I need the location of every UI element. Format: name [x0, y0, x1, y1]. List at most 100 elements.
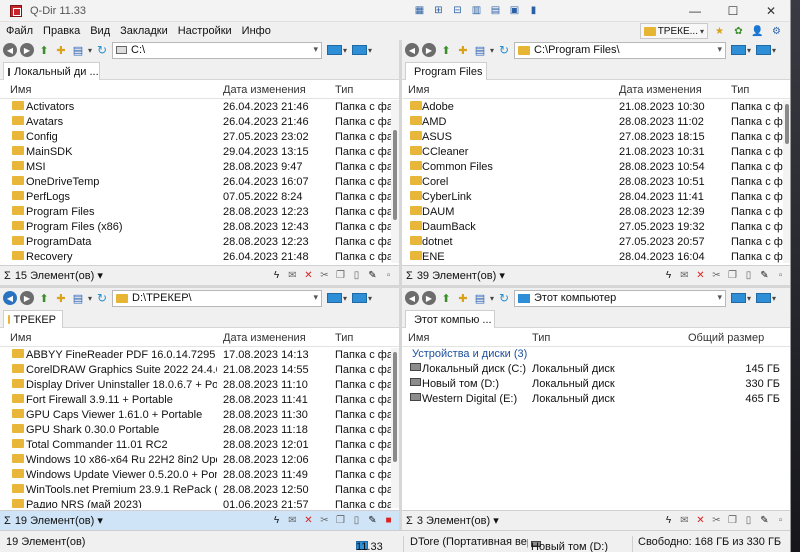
path-input[interactable]: Этот компьютер ▾ — [514, 289, 727, 307]
column-name[interactable]: Имя — [408, 332, 429, 344]
table-row[interactable]: CCleaner 21.08.2023 10:31 Папка с фай — [402, 145, 790, 160]
table-row[interactable]: Activators 26.04.2023 21:46 Папка с фай — [0, 100, 399, 115]
lightning-icon[interactable]: ϟ — [662, 269, 675, 282]
lightning-icon[interactable]: ϟ — [270, 514, 283, 527]
table-row[interactable]: Total Commander 11.01 RC2 28.08.2023 12:0… — [0, 438, 399, 453]
item-count[interactable]: 15 Элемент(ов) ▾ — [15, 269, 103, 282]
rename-icon[interactable]: ✎ — [366, 514, 379, 527]
column-type[interactable]: Тип — [532, 332, 550, 344]
forward-icon[interactable]: ▶ — [422, 43, 436, 57]
properties-icon[interactable]: ▫ — [774, 269, 787, 282]
tab-program-files[interactable]: Program Files — [405, 62, 487, 80]
chevron-down-icon[interactable]: ▾ — [313, 44, 318, 55]
forward-icon[interactable]: ▶ — [20, 43, 34, 57]
column-type[interactable]: Тип — [731, 84, 749, 96]
up-icon[interactable]: ⬆ — [37, 43, 51, 57]
menu-edit[interactable]: Правка — [43, 25, 80, 37]
delete-icon[interactable]: ✕ — [302, 514, 315, 527]
table-row[interactable]: Config 27.05.2023 23:02 Папка с фай — [0, 130, 399, 145]
table-row[interactable]: CyberLink 28.04.2023 11:41 Папка с фай — [402, 190, 790, 205]
columns-icon[interactable]: ▮ — [526, 3, 541, 17]
menu-view[interactable]: Вид — [90, 25, 110, 37]
table-row[interactable]: DaumBack 27.05.2023 19:32 Папка с фай — [402, 220, 790, 235]
item-count[interactable]: 19 Элемент(ов) ▾ — [15, 514, 103, 527]
table-row[interactable]: Program Files 28.08.2023 12:23 Папка с фай — [0, 205, 399, 220]
scrollbar[interactable] — [391, 348, 399, 508]
column-type[interactable]: Тип — [335, 332, 353, 344]
tree-icon[interactable]: ✿ — [731, 24, 746, 38]
refresh-icon[interactable]: ↻ — [95, 43, 109, 57]
layout-icon[interactable]: ▦ — [412, 3, 427, 17]
chevron-down-icon[interactable]: ▾ — [717, 292, 722, 303]
column-name[interactable]: Имя — [408, 84, 429, 96]
back-icon[interactable]: ◀ — [405, 43, 419, 57]
new-folder-icon[interactable]: ✚ — [456, 291, 470, 305]
new-folder-icon[interactable]: ✚ — [54, 291, 68, 305]
table-row[interactable]: Локальный диск (C:) Локальный диск 145 ГБ — [402, 362, 790, 377]
path-input[interactable]: D:\ТРЕКЕР\ ▾ — [112, 289, 323, 307]
up-icon[interactable]: ⬆ — [37, 291, 51, 305]
copy-icon[interactable]: ❐ — [334, 269, 347, 282]
table-row[interactable]: Corel 28.08.2023 10:51 Папка с фай — [402, 175, 790, 190]
mail-icon[interactable]: ✉ — [286, 269, 299, 282]
table-row[interactable]: Радио NRS (май 2023) 01.06.2023 21:57 Папк… — [0, 498, 399, 508]
menu-file[interactable]: Файл — [6, 25, 33, 37]
bookmark-star-icon[interactable]: ★ — [712, 24, 727, 38]
minimize-button[interactable]: — — [676, 0, 714, 22]
table-row[interactable]: CorelDRAW Graphics Suite 2022 24.4.0.636… — [0, 363, 399, 378]
view-icon[interactable]: ▤ — [488, 3, 503, 17]
cut-icon[interactable]: ✂ — [710, 269, 723, 282]
table-row[interactable]: dotnet 27.05.2023 20:57 Папка с фай — [402, 235, 790, 250]
table-row[interactable]: MainSDK 29.04.2023 13:15 Папка с фай — [0, 145, 399, 160]
grid-alt-icon[interactable]: ⊟ — [450, 3, 465, 17]
table-row[interactable]: Avatars 26.04.2023 21:46 Папка с фай — [0, 115, 399, 130]
up-icon[interactable]: ⬆ — [439, 43, 453, 57]
table-row[interactable]: Windows 10 x86-x64 Ru 22H2 8in2 Upd 08.2… — [0, 453, 399, 468]
monitor-button[interactable]: ▾ — [327, 293, 347, 303]
paste-icon[interactable]: ▯ — [742, 514, 755, 527]
monitor-button[interactable]: ▾ — [731, 45, 751, 55]
monitor-alt-button[interactable]: ▾ — [352, 45, 372, 55]
settings-icon[interactable]: ⚙ — [769, 24, 784, 38]
chevron-down-icon[interactable]: ▾ — [717, 44, 722, 55]
tab-local-disk[interactable]: Локальный ди ... — [3, 62, 100, 80]
table-row[interactable]: ENE 28.04.2023 16:04 Папка с фай — [402, 250, 790, 263]
scrollbar[interactable] — [391, 100, 399, 263]
paste-icon[interactable]: ▯ — [350, 269, 363, 282]
back-icon[interactable]: ◀ — [3, 291, 17, 305]
monitor-alt-button[interactable]: ▾ — [756, 293, 776, 303]
refresh-icon[interactable]: ↻ — [497, 291, 511, 305]
mail-icon[interactable]: ✉ — [286, 514, 299, 527]
view-mode-icon[interactable]: ▤ — [473, 43, 487, 57]
properties-icon[interactable]: ▫ — [774, 514, 787, 527]
menu-settings[interactable]: Настройки — [178, 25, 232, 37]
column-date[interactable]: Дата изменения — [619, 84, 702, 96]
forward-icon[interactable]: ▶ — [20, 291, 34, 305]
rename-icon[interactable]: ✎ — [758, 269, 771, 282]
table-row[interactable]: GPU Caps Viewer 1.61.0 + Portable 28.08.2… — [0, 408, 399, 423]
maximize-button[interactable]: ☐ — [714, 0, 752, 22]
table-row[interactable]: Common Files 28.08.2023 10:54 Папка с фай — [402, 160, 790, 175]
rename-icon[interactable]: ✎ — [366, 269, 379, 282]
table-row[interactable]: MSI 28.08.2023 9:47 Папка с фай — [0, 160, 399, 175]
table-row[interactable]: OneDriveTemp 26.04.2023 16:07 Папка с фай — [0, 175, 399, 190]
table-row[interactable]: Новый том (D:) Локальный диск 330 ГБ — [402, 377, 790, 392]
close-button[interactable]: ✕ — [752, 0, 790, 22]
table-row[interactable]: Windows Update Viewer 0.5.20.0 + Portabl… — [0, 468, 399, 483]
table-row[interactable]: Display Driver Uninstaller 18.0.6.7 + Po… — [0, 378, 399, 393]
new-folder-icon[interactable]: ✚ — [456, 43, 470, 57]
delete-icon[interactable]: ✕ — [302, 269, 315, 282]
column-date[interactable]: Дата изменения — [223, 332, 306, 344]
back-icon[interactable]: ◀ — [3, 43, 17, 57]
cut-icon[interactable]: ✂ — [318, 514, 331, 527]
view-mode-icon[interactable]: ▤ — [71, 291, 85, 305]
copy-icon[interactable]: ❐ — [726, 514, 739, 527]
view-mode-icon[interactable]: ▤ — [473, 291, 487, 305]
stop-icon[interactable]: ■ — [382, 514, 395, 527]
grid-icon[interactable]: ⊞ — [431, 3, 446, 17]
monitor-button[interactable]: ▾ — [327, 45, 347, 55]
copy-icon[interactable]: ❐ — [726, 269, 739, 282]
properties-icon[interactable]: ▫ — [382, 269, 395, 282]
new-folder-icon[interactable]: ✚ — [54, 43, 68, 57]
view-mode-icon[interactable]: ▤ — [71, 43, 85, 57]
